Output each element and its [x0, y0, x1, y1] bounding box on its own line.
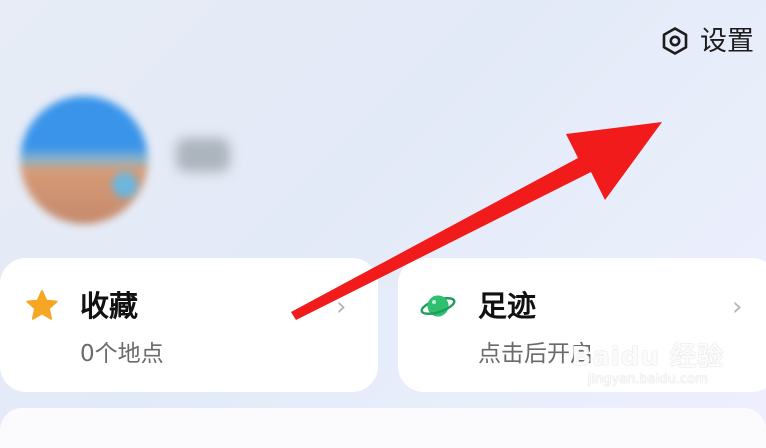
- gear-icon: [660, 26, 690, 56]
- chevron-right-icon: ›: [732, 292, 743, 322]
- avatar[interactable]: [20, 96, 148, 224]
- settings-button[interactable]: 设置: [660, 26, 754, 56]
- footprints-title: 足迹: [478, 289, 537, 323]
- watermark-main: Baidu 经验: [571, 342, 724, 372]
- chevron-right-icon: ›: [336, 292, 347, 322]
- favorites-card[interactable]: 收藏 0个地点 ›: [0, 258, 378, 392]
- favorites-title: 收藏: [80, 289, 139, 323]
- watermark-sub: jingyan.baidu.com: [587, 372, 708, 387]
- next-card-edge: [0, 408, 766, 448]
- star-icon: [24, 288, 60, 324]
- baidu-watermark: Baidu 经验 jingyan.baidu.com: [572, 342, 724, 388]
- username-blurred: [176, 138, 230, 172]
- settings-label: 设置: [700, 25, 754, 57]
- favorites-subtitle: 0个地点: [80, 341, 164, 367]
- planet-icon: [420, 288, 456, 324]
